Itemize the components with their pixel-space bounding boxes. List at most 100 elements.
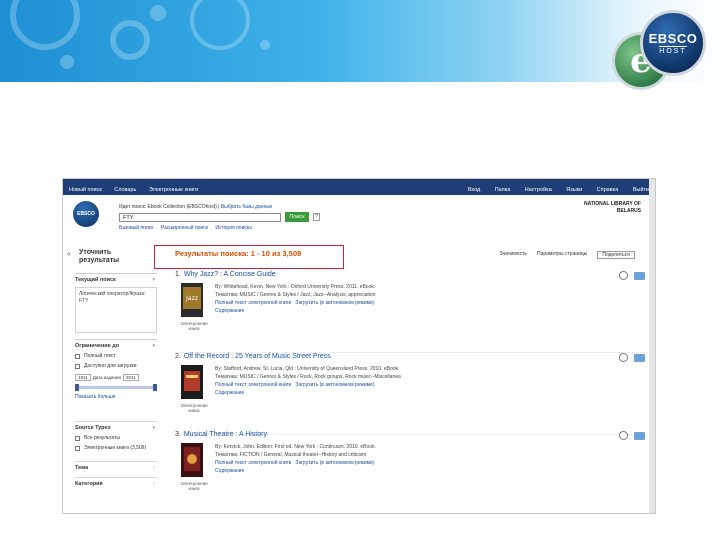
slide: e EBSCO HOST Новый поиск Словарь Электро… bbox=[0, 0, 720, 540]
ebsco-screenshot: Новый поиск Словарь Электронные книги Вх… bbox=[62, 178, 656, 514]
checkbox[interactable] bbox=[75, 435, 80, 441]
panel-heading[interactable]: Текущий поиск bbox=[75, 274, 157, 283]
contents-link[interactable]: Содержание bbox=[215, 390, 244, 396]
content-type-label: Электронная книга bbox=[180, 321, 208, 331]
download-link[interactable]: Загрузить (в автономном режиме) bbox=[295, 460, 374, 466]
add-to-folder-icon[interactable] bbox=[634, 354, 645, 362]
result-item: 3. Musical Theatre : A History Электронна… bbox=[175, 431, 645, 513]
source-checkbox-row[interactable]: Все результаты bbox=[75, 435, 157, 441]
library-name: NATIONAL LIBRARY OF BELARUS bbox=[583, 201, 641, 214]
nav-ebooks[interactable]: Электронные книги bbox=[149, 187, 198, 193]
add-to-folder-icon[interactable] bbox=[634, 272, 645, 280]
fulltext-link[interactable]: Полный текст электронной книги bbox=[215, 382, 291, 388]
collapse-sidebar-icon[interactable]: « bbox=[67, 251, 71, 258]
fulltext-link[interactable]: Полный текст электронной книги bbox=[215, 460, 291, 466]
ebsco-mini-logo: EBSCO bbox=[73, 201, 99, 227]
choose-databases-link[interactable]: Выбрать базы данных bbox=[221, 204, 273, 210]
decorative-ring bbox=[10, 0, 80, 50]
limit-checkbox-row[interactable]: Доступно для загрузки bbox=[75, 363, 157, 369]
decorative-ring bbox=[190, 0, 250, 50]
source-checkbox-row[interactable]: Электронные книги (3,509) bbox=[75, 445, 157, 451]
panel-heading[interactable]: Категория bbox=[75, 478, 157, 487]
chevron-icon[interactable]: › bbox=[153, 481, 155, 487]
current-search-box: Логический оператор/Фраза: FTY bbox=[75, 287, 157, 333]
preview-icon[interactable] bbox=[619, 271, 628, 280]
advanced-search-link[interactable]: Расширенный поиск bbox=[161, 225, 208, 231]
book-cover[interactable] bbox=[181, 365, 203, 399]
chevron-icon[interactable]: ▾ bbox=[152, 425, 155, 431]
panel-heading[interactable]: Тема bbox=[75, 462, 157, 471]
limit-to-panel: Ограничение до ▾ Полный текст Доступно д… bbox=[75, 339, 157, 400]
result-title-link[interactable]: Musical Theatre : A History bbox=[184, 431, 267, 438]
decorative-dot bbox=[150, 5, 166, 21]
result-title-link[interactable]: Off the Record : 25 Years of Music Stree… bbox=[184, 353, 331, 360]
content-type-label: Электронная книга bbox=[180, 481, 208, 491]
svg-text:Jazz: Jazz bbox=[185, 295, 198, 302]
nav-dictionary[interactable]: Словарь bbox=[114, 187, 136, 193]
result-metadata: By: Kenrick, John. Edition: First ed. Ne… bbox=[215, 444, 376, 474]
basic-search-link[interactable]: Базовый поиск bbox=[119, 225, 153, 231]
search-button[interactable]: Поиск bbox=[285, 212, 309, 222]
result-actions bbox=[619, 271, 645, 280]
search-input[interactable]: FTY bbox=[119, 213, 281, 222]
publication-date-range: 1911 Дата издания 2011 bbox=[75, 374, 157, 381]
current-search-panel: Текущий поиск ▾ Логический оператор/Фраз… bbox=[75, 273, 157, 333]
search-mode-links: Базовый поиск Расширенный поиск История … bbox=[119, 225, 258, 231]
download-link[interactable]: Загрузить (в автономном режиме) bbox=[295, 382, 374, 388]
fulltext-link[interactable]: Полный текст электронной книги bbox=[215, 300, 291, 306]
show-more-link[interactable]: Показать больше bbox=[75, 394, 157, 400]
nav-new-search[interactable]: Новый поиск bbox=[69, 187, 102, 193]
nav-languages[interactable]: Языки bbox=[566, 187, 582, 193]
search-history-link[interactable]: История поиска bbox=[215, 225, 252, 231]
nav-preferences[interactable]: Настройка bbox=[525, 187, 552, 193]
result-metadata: By: Stafford, Andrew. St. Lucia, Qld : U… bbox=[215, 366, 401, 396]
content-type-label: Электронная книга bbox=[180, 403, 208, 413]
category-panel: Категория › bbox=[75, 477, 157, 487]
result-item: 1. Why Jazz? : A Concise Guide Jazz Элект… bbox=[175, 271, 645, 353]
date-slider[interactable] bbox=[75, 384, 157, 391]
result-metadata: By: Whitehead, Kevin. New York : Oxford … bbox=[215, 284, 376, 314]
nav-folder[interactable]: Папка bbox=[495, 187, 511, 193]
source-types-panel: Source Types ▾ Все результаты Электронны… bbox=[75, 421, 157, 451]
ebscohost-logo: EBSCO HOST bbox=[640, 10, 706, 76]
result-title: 1. Why Jazz? : A Concise Guide bbox=[175, 271, 276, 278]
result-actions bbox=[619, 431, 645, 440]
limit-checkbox-row[interactable]: Полный текст bbox=[75, 353, 157, 359]
decorative-ring bbox=[110, 20, 150, 60]
chevron-icon[interactable]: › bbox=[153, 465, 155, 471]
help-icon[interactable]: ? bbox=[313, 213, 320, 221]
share-button[interactable]: Поделиться bbox=[597, 251, 635, 259]
page-options-dropdown[interactable]: Параметры страницы bbox=[537, 251, 587, 259]
results-count-header: Результаты поиска: 1 - 10 из 3,509 bbox=[175, 249, 302, 258]
contents-link[interactable]: Содержание bbox=[215, 468, 244, 474]
refine-results-title: Уточнить результаты bbox=[79, 249, 120, 264]
checkbox[interactable] bbox=[75, 353, 80, 359]
add-to-folder-icon[interactable] bbox=[634, 432, 645, 440]
contents-link[interactable]: Содержание bbox=[215, 308, 244, 314]
chevron-icon[interactable]: ▾ bbox=[152, 277, 155, 283]
panel-heading[interactable]: Source Types bbox=[75, 422, 157, 431]
preview-icon[interactable] bbox=[619, 431, 628, 440]
date-to-input[interactable]: 2011 bbox=[122, 374, 139, 381]
result-title-link[interactable]: Why Jazz? : A Concise Guide bbox=[184, 271, 276, 278]
checkbox[interactable] bbox=[75, 445, 80, 451]
result-title: 3. Musical Theatre : A History bbox=[175, 431, 267, 438]
panel-heading[interactable]: Ограничение до bbox=[75, 340, 157, 349]
nav-exit[interactable]: Выйти bbox=[633, 187, 649, 193]
nav-sign-in[interactable]: Вход bbox=[468, 187, 480, 193]
result-title: 2. Off the Record : 25 Years of Music Str… bbox=[175, 353, 331, 360]
book-cover[interactable]: Jazz bbox=[181, 283, 203, 317]
chevron-icon[interactable]: ▾ bbox=[152, 343, 155, 349]
preview-icon[interactable] bbox=[619, 353, 628, 362]
refine-sidebar: « Уточнить результаты Текущий поиск ▾ Ло… bbox=[67, 243, 157, 513]
top-navigation-bar: Новый поиск Словарь Электронные книги Вх… bbox=[63, 179, 655, 195]
decorative-banner bbox=[0, 0, 720, 82]
date-from-input[interactable]: 1911 bbox=[75, 374, 91, 381]
checkbox[interactable] bbox=[75, 363, 80, 369]
download-link[interactable]: Загрузить (в автономном режиме) bbox=[295, 300, 374, 306]
nav-help[interactable]: Справка bbox=[597, 187, 619, 193]
search-area: EBSCO Идет поиск: Ebook Collection (EBSC… bbox=[63, 195, 655, 233]
sort-relevance-dropdown[interactable]: Значимость bbox=[500, 251, 527, 259]
database-line: Идет поиск: Ebook Collection (EBSCOhost)… bbox=[119, 204, 273, 210]
book-cover[interactable] bbox=[181, 443, 203, 477]
